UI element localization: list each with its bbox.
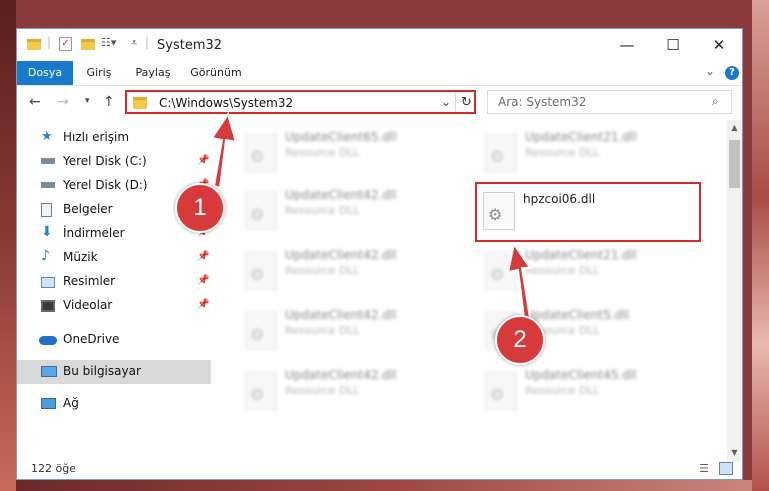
arrow-to-address-bar — [210, 111, 238, 190]
step-badge-1: 1 — [175, 183, 225, 233]
arrow-to-target-file — [506, 241, 532, 319]
step-badge-2: 2 — [495, 315, 545, 365]
annotation-arrows — [210, 111, 532, 319]
